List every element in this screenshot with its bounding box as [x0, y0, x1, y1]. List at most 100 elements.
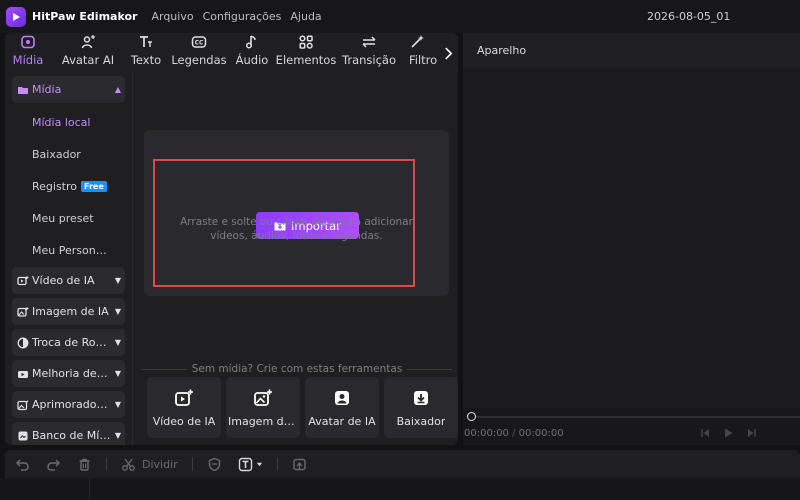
tool-card-avatar-ia[interactable]: Avatar de IA [305, 377, 379, 438]
undo-icon [15, 458, 29, 471]
text-box-icon [238, 457, 252, 471]
sidebar-category-label: Banco de Mídia [32, 429, 111, 442]
title-bar: HitPaw Edimakor Arquivo Configurações Aj… [0, 0, 800, 33]
delete-button[interactable] [77, 450, 92, 478]
tab-avatar-ai[interactable]: Avatar AI [51, 33, 125, 71]
player-title: Aparelho [477, 44, 527, 57]
sidebar-category-banco-midia[interactable]: Banco de Mídia ▼ [12, 422, 125, 445]
tabs-scroll-right-icon[interactable] [438, 41, 458, 65]
sidebar-category-imagem-ia[interactable]: Imagem de IA ▼ [12, 298, 125, 325]
tool-card-label: Avatar de IA [308, 414, 376, 428]
mask-button[interactable] [207, 450, 222, 478]
drop-hint-text: Arraste e solte ou clique aqui para adic… [164, 215, 429, 243]
sidebar-item-registro[interactable]: Registro Free [32, 180, 107, 193]
tab-elementos[interactable]: Elementos [273, 33, 339, 71]
player-preview [463, 68, 800, 408]
divider [407, 368, 452, 370]
sidebar-category-label: Melhoria de Vídeo [32, 367, 111, 380]
import-drop-zone[interactable]: Importar Arraste e solte ou clique aqui … [144, 130, 449, 296]
freeze-frame-button[interactable] [292, 450, 307, 478]
redo-button[interactable] [46, 450, 61, 478]
caret-down-icon: ▼ [114, 369, 122, 378]
tool-card-baixador[interactable]: Baixador [384, 377, 458, 438]
scissors-icon [122, 458, 135, 471]
toolbar-divider [191, 457, 193, 471]
tab-label: Mídia [12, 53, 44, 67]
project-name: 2026-08-05_01 [647, 10, 731, 23]
sidebar-category-troca-rosto[interactable]: Troca de Rosto ▼ [12, 329, 125, 356]
tab-midia[interactable]: Mídia [5, 33, 51, 71]
timeline-track-divider [89, 478, 90, 500]
sidebar-item-meu-personalizado[interactable]: Meu Personalizado [32, 244, 112, 257]
media-icon [21, 35, 35, 49]
tab-filtro[interactable]: Filtro [399, 33, 439, 71]
menu-arquivo[interactable]: Arquivo [151, 10, 193, 23]
caret-down-icon: ▼ [114, 338, 122, 347]
video-ai-icon [17, 275, 29, 285]
sidebar-item-meu-preset[interactable]: Meu preset [32, 212, 94, 225]
audio-icon [245, 35, 256, 49]
undo-button[interactable] [15, 450, 30, 478]
chevron-down-icon [256, 462, 262, 466]
tab-label: Legendas [171, 53, 227, 67]
timeline-area[interactable] [0, 478, 800, 500]
sidebar-category-label: Imagem de IA [32, 305, 109, 318]
sidebar-category-aprimorador-foto[interactable]: Aprimorador de Foto ▼ [12, 391, 125, 418]
svg-text:CC: CC [195, 40, 204, 47]
timecode: 00:00:00 / 00:00:00 [464, 428, 564, 439]
play-icon[interactable] [722, 427, 734, 439]
time-separator: / [512, 428, 516, 439]
media-bank-icon [18, 431, 28, 440]
caret-down-icon: ▼ [114, 276, 122, 285]
toolbar-divider [276, 457, 278, 471]
step-forward-icon[interactable] [746, 427, 758, 439]
tab-label: Avatar AI [61, 53, 115, 67]
split-label: Dividir [142, 457, 178, 471]
sidebar-category-label: Aprimorador de Foto [32, 398, 111, 411]
ai-avatar-icon [335, 390, 349, 405]
filter-icon [411, 35, 424, 48]
menu-configuracoes[interactable]: Configurações [203, 10, 282, 23]
step-back-icon[interactable] [699, 427, 711, 439]
tool-card-label: Vídeo de IA [152, 414, 216, 428]
video-enhance-icon [18, 370, 28, 378]
tool-card-imagem-ia[interactable]: Imagem de IA [226, 377, 300, 438]
tab-label: Filtro [409, 53, 438, 67]
tab-texto[interactable]: Texto [125, 33, 167, 71]
tool-card-video-ia[interactable]: Vídeo de IA [147, 377, 221, 438]
sidebar-category-label: Troca de Rosto [32, 336, 111, 349]
media-panel: Mídia Avatar AI Texto CC Legendas Áudio … [5, 33, 458, 445]
avatar-ai-icon [81, 35, 95, 49]
total-time: 00:00:00 [518, 428, 564, 439]
split-button[interactable]: Dividir [121, 450, 178, 478]
tab-label: Elementos [275, 53, 337, 67]
player-header: Aparelho [463, 33, 800, 68]
scrubber-handle[interactable] [467, 412, 476, 421]
text-dropdown-button[interactable] [238, 450, 263, 478]
menu-ajuda[interactable]: Ajuda [290, 10, 321, 23]
tab-transicao[interactable]: Transição [339, 33, 399, 71]
sidebar-item-baixador[interactable]: Baixador [32, 148, 81, 161]
sidebar-category-melhoria-video[interactable]: Melhoria de Vídeo ▼ [12, 360, 125, 387]
redo-icon [47, 458, 61, 471]
sidebar-category-midia[interactable]: Mídia ▲ [12, 76, 125, 103]
tab-label: Transição [342, 53, 396, 67]
text-icon [140, 36, 152, 47]
download-icon [414, 390, 428, 405]
free-badge: Free [81, 181, 107, 192]
tab-legendas[interactable]: CC Legendas [167, 33, 231, 71]
ai-image-icon [254, 389, 272, 406]
sidebar-category-video-ia[interactable]: Vídeo de IA ▼ [12, 267, 125, 294]
trash-icon [79, 458, 90, 471]
elements-icon [299, 35, 313, 49]
tab-audio[interactable]: Áudio [231, 33, 273, 71]
playback-scrubber[interactable] [467, 412, 800, 422]
toolbar-divider [106, 457, 107, 471]
scrubber-track [473, 416, 800, 418]
folder-icon [18, 86, 28, 94]
tools-heading-label: Sem mídia? Crie com estas ferramentas [191, 363, 403, 375]
transition-icon [362, 36, 376, 48]
media-sidebar: Mídia ▲ Mídia local Baixador Registro Fre… [5, 71, 132, 445]
sidebar-item-midia-local[interactable]: Mídia local [32, 116, 90, 129]
image-ai-icon [17, 306, 29, 317]
